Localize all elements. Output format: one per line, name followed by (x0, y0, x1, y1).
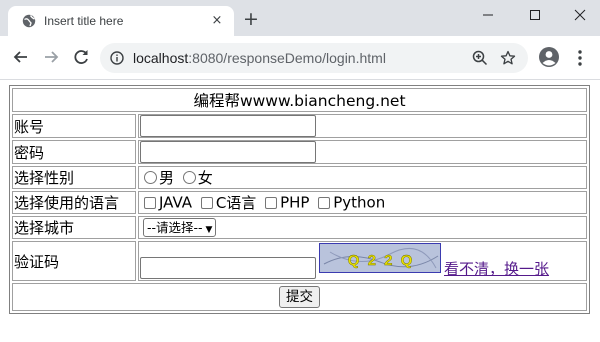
language-label: 选择使用的语言 (12, 191, 136, 214)
tab-title: Insert title here (44, 14, 124, 28)
captcha-noise: Q 2 2 Q (323, 247, 439, 269)
account-input[interactable] (140, 115, 316, 137)
info-icon[interactable] (110, 51, 124, 65)
captcha-image[interactable]: Q 2 2 Q (319, 243, 441, 273)
chevron-down-icon: ▼ (205, 225, 213, 235)
globe-icon (22, 14, 36, 28)
city-select-value: --请选择-- (147, 220, 203, 235)
language-checkbox-php[interactable] (265, 196, 278, 209)
language-checkbox-c[interactable] (200, 196, 213, 209)
gender-radio-female[interactable] (182, 171, 196, 184)
language-checkbox-python[interactable] (318, 196, 331, 209)
page-content: 编程帮wwww.biancheng.net 账号 密码 选择性别 男 女 选择使… (0, 81, 600, 342)
tab-close-icon[interactable]: × (210, 14, 224, 28)
password-label: 密码 (12, 140, 136, 164)
language-checkbox-java[interactable] (144, 196, 156, 209)
gender-label: 选择性别 (12, 166, 136, 189)
city-select[interactable]: --请选择-- ▼ (143, 218, 217, 237)
submit-button[interactable]: 提交 (279, 286, 320, 308)
form-heading: 编程帮wwww.biancheng.net (12, 88, 587, 112)
maximize-icon[interactable] (520, 4, 550, 26)
city-label: 选择城市 (12, 216, 136, 239)
zoom-icon[interactable] (472, 50, 488, 66)
gender-option-label: 男 (159, 169, 175, 187)
gender-radio-male[interactable] (144, 171, 157, 184)
address-bar[interactable]: localhost:8080/responseDemo/login.html (100, 43, 528, 73)
reload-icon[interactable] (70, 46, 92, 68)
gender-option-label: 女 (197, 169, 213, 187)
language-options: JAVA C语言 PHP Python (138, 191, 587, 214)
url-text[interactable]: localhost:8080/responseDemo/login.html (133, 50, 386, 66)
new-tab-button[interactable]: + (243, 10, 259, 29)
browser-toolbar: localhost:8080/responseDemo/login.html (0, 36, 600, 80)
url-path: :8080/responseDemo/login.html (188, 50, 386, 66)
account-label: 账号 (12, 114, 136, 138)
captcha-input[interactable] (140, 257, 316, 279)
back-arrow-icon[interactable] (10, 46, 32, 68)
login-form-table: 编程帮wwww.biancheng.net 账号 密码 选择性别 男 女 选择使… (9, 85, 590, 314)
captcha-refresh-link[interactable]: 看不清，换一张 (444, 260, 549, 278)
password-input[interactable] (140, 141, 316, 163)
minimize-icon[interactable] (473, 4, 503, 26)
kebab-menu-icon[interactable] (572, 48, 588, 68)
url-host: localhost (133, 50, 189, 66)
language-option-label: Python (333, 193, 386, 212)
captcha-label: 验证码 (12, 241, 136, 281)
captcha-text: Q 2 2 Q (348, 252, 415, 269)
profile-avatar-icon[interactable] (538, 46, 560, 68)
gender-options: 男 女 (138, 166, 587, 189)
browser-titlebar: Insert title here × + (0, 0, 600, 36)
window-close-icon[interactable] (565, 4, 595, 26)
bookmark-star-icon[interactable] (500, 50, 516, 66)
language-option-label: PHP (280, 193, 310, 212)
captcha-cell: Q 2 2 Q 看不清，换一张 (138, 241, 587, 281)
language-option-label: C语言 (215, 194, 257, 212)
browser-tab[interactable]: Insert title here × (8, 6, 234, 36)
language-option-label: JAVA (159, 193, 193, 212)
forward-arrow-icon[interactable] (40, 46, 62, 68)
